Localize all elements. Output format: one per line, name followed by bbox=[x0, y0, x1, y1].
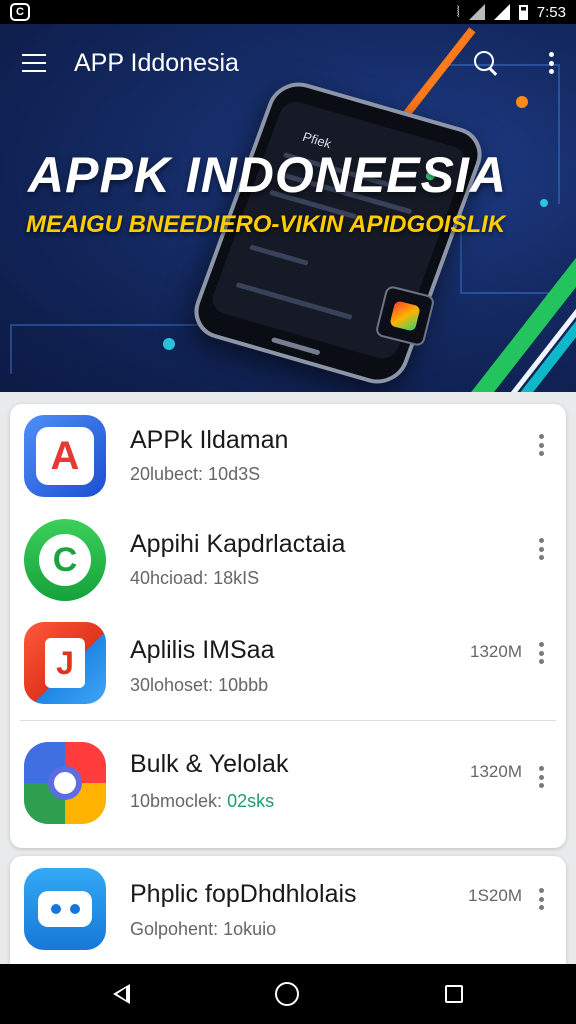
more-options-icon[interactable] bbox=[538, 642, 544, 664]
list-item[interactable]: Phplic fopDhdhlolais Golpohent: 1okuio 1… bbox=[10, 856, 566, 960]
list-item[interactable]: J Aplilis IMSaa 30lohoset: 10bbb 1320M bbox=[10, 612, 566, 716]
app-name: Appihi Kapdrlactaia bbox=[130, 530, 346, 558]
status-bar: C ⦚ 7:53 bbox=[0, 0, 576, 24]
app-name: APPk Ildaman bbox=[130, 426, 289, 454]
app-size: 1320M bbox=[470, 762, 522, 781]
vibrate-icon: ⦚ bbox=[456, 3, 460, 21]
glow-dot bbox=[540, 199, 548, 207]
more-options-icon[interactable] bbox=[538, 434, 544, 456]
app-list-card: A APPk Ildaman 20lubect: 10d3S C Appihi … bbox=[10, 404, 566, 848]
glow-dot bbox=[163, 338, 175, 350]
banner-title: APPK INDONEESIA bbox=[28, 147, 507, 203]
chat-bubble-icon: C bbox=[24, 519, 106, 601]
more-options-icon[interactable] bbox=[538, 766, 544, 788]
app-name: Phplic fopDhdhlolais bbox=[130, 880, 357, 908]
search-icon[interactable] bbox=[472, 49, 500, 77]
overflow-menu-icon[interactable] bbox=[548, 52, 554, 74]
app-name: Bulk & Yelolak bbox=[130, 750, 289, 778]
divider bbox=[20, 720, 556, 721]
wifi-icon bbox=[468, 4, 485, 20]
battery-icon bbox=[518, 4, 528, 20]
more-options-icon[interactable] bbox=[538, 538, 544, 560]
home-icon[interactable] bbox=[275, 982, 300, 1006]
app-meta: Golpohent: 1okuio bbox=[130, 919, 277, 939]
signal-icon bbox=[493, 4, 510, 20]
app-meta: 20lubect: 10d3S bbox=[130, 464, 261, 484]
chrome-like-icon bbox=[24, 742, 106, 824]
app-title: APP Iddonesia bbox=[74, 48, 239, 77]
app-a-icon: A bbox=[24, 415, 106, 497]
status-time: 7:53 bbox=[536, 3, 566, 21]
recents-icon[interactable] bbox=[445, 985, 464, 1003]
list-item[interactable]: A APPk Ildaman 20lubect: 10d3S bbox=[10, 404, 566, 508]
app-meta: 10bmoclek: 02sks bbox=[130, 791, 275, 811]
more-options-icon[interactable] bbox=[538, 888, 544, 910]
circuit-decoration bbox=[10, 324, 210, 374]
hamburger-menu-icon[interactable] bbox=[22, 54, 46, 72]
back-icon[interactable] bbox=[112, 984, 130, 1004]
notification-app-icon: C bbox=[10, 3, 30, 21]
app-meta: 30lohoset: 10bbb bbox=[130, 675, 269, 695]
app-size: 1S20M bbox=[468, 886, 522, 905]
app-j-icon: J bbox=[24, 622, 106, 704]
colorful-logo-icon bbox=[389, 300, 421, 332]
app-meta: 40hcioad: 18kIS bbox=[130, 568, 260, 588]
app-list-card: Phplic fopDhdhlolais Golpohent: 1okuio 1… bbox=[10, 856, 566, 976]
list-item[interactable]: Bulk & Yelolak 10bmoclek: 02sks 1320M bbox=[10, 724, 566, 828]
bot-face-icon bbox=[24, 868, 106, 950]
navigation-bar bbox=[0, 964, 576, 1024]
banner-subtitle: MEAIGU BNEEDIERO-VIKIN APIDGOISLIK bbox=[26, 211, 506, 238]
app-size: 1320M bbox=[470, 642, 522, 661]
list-item[interactable]: C Appihi Kapdrlactaia 40hcioad: 18kIS bbox=[10, 508, 566, 612]
app-name: Aplilis IMSaa bbox=[130, 636, 275, 664]
top-app-bar: APP Iddonesia bbox=[0, 24, 576, 102]
